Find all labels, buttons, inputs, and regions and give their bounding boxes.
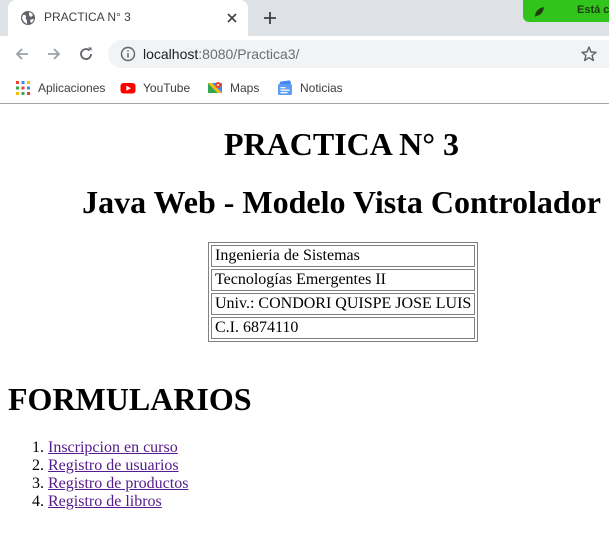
student-info-table: Ingenieria de Sistemas Tecnologías Emerg… (208, 242, 479, 342)
leaf-icon (533, 5, 545, 17)
bookmark-noticias[interactable]: Noticias (277, 78, 343, 98)
browser-tab[interactable]: PRACTICA N° 3 (8, 0, 248, 36)
maps-icon (207, 80, 223, 96)
bookmark-label: Aplicaciones (38, 81, 106, 95)
list-item: Inscripcion en curso (48, 439, 188, 457)
bookmarks-bar: Aplicaciones YouTube Maps Noticias (0, 72, 609, 104)
arrow-left-icon (15, 48, 28, 60)
url-text: localhost:8080/Practica3/ (143, 46, 299, 62)
table-cell: Univ.: CONDORI QUISPE JOSE LUIS (211, 293, 476, 315)
table-row: Tecnologías Emergentes II (211, 269, 476, 291)
reload-icon (80, 47, 92, 60)
news-icon (277, 80, 293, 96)
bookmark-star-icon[interactable] (580, 45, 598, 63)
table-row: Univ.: CONDORI QUISPE JOSE LUIS (211, 293, 476, 315)
bookmark-youtube[interactable]: YouTube (120, 78, 190, 98)
tab-strip: PRACTICA N° 3 Está c (0, 0, 609, 36)
page-subtitle: Java Web - Modelo Vista Controlador (82, 184, 601, 220)
form-link-productos[interactable]: Registro de productos (48, 475, 188, 492)
url-path: :8080/Practica3/ (198, 46, 300, 62)
info-icon[interactable] (120, 46, 136, 62)
tab-title: PRACTICA N° 3 (44, 10, 131, 24)
bookmark-maps[interactable]: Maps (207, 78, 259, 98)
bookmark-label: Maps (230, 81, 260, 95)
new-tab-button[interactable] (260, 8, 280, 28)
bookmark-label: YouTube (143, 81, 191, 95)
list-item: Registro de libros (48, 493, 188, 511)
table-cell: Tecnologías Emergentes II (211, 269, 476, 291)
youtube-icon (120, 80, 136, 96)
forms-list: Inscripcion en curso Registro de usuario… (0, 439, 188, 511)
form-link-usuarios[interactable]: Registro de usuarios (48, 457, 179, 474)
list-item: Registro de productos (48, 475, 188, 493)
bookmark-aplicaciones[interactable]: Aplicaciones (15, 78, 105, 98)
url-host: localhost (143, 46, 199, 62)
forward-button[interactable] (44, 44, 64, 64)
page-content: PRACTICA N° 3 Java Web - Modelo Vista Co… (0, 104, 609, 559)
close-tab-icon[interactable] (224, 10, 240, 26)
back-button[interactable] (12, 44, 32, 64)
page-title: PRACTICA N° 3 (223, 126, 460, 162)
arrow-right-icon (48, 48, 61, 60)
globe-icon (20, 10, 36, 26)
apps-grid-icon (15, 80, 31, 96)
table-cell: Ingenieria de Sistemas (211, 245, 476, 267)
reload-button[interactable] (76, 44, 96, 64)
form-link-libros[interactable]: Registro de libros (48, 493, 162, 510)
extension-badge-text: Está c (577, 4, 609, 16)
section-title: FORMULARIOS (8, 381, 252, 417)
list-item: Registro de usuarios (48, 457, 188, 475)
address-bar[interactable]: localhost:8080/Practica3/ (108, 40, 609, 68)
extension-badge[interactable]: Está c (523, 0, 609, 22)
bookmark-label: Noticias (300, 81, 343, 95)
form-link-inscripcion[interactable]: Inscripcion en curso (48, 439, 178, 456)
table-cell: C.I. 6874110 (211, 317, 476, 339)
table-row: Ingenieria de Sistemas (211, 245, 476, 267)
table-row: C.I. 6874110 (211, 317, 476, 339)
